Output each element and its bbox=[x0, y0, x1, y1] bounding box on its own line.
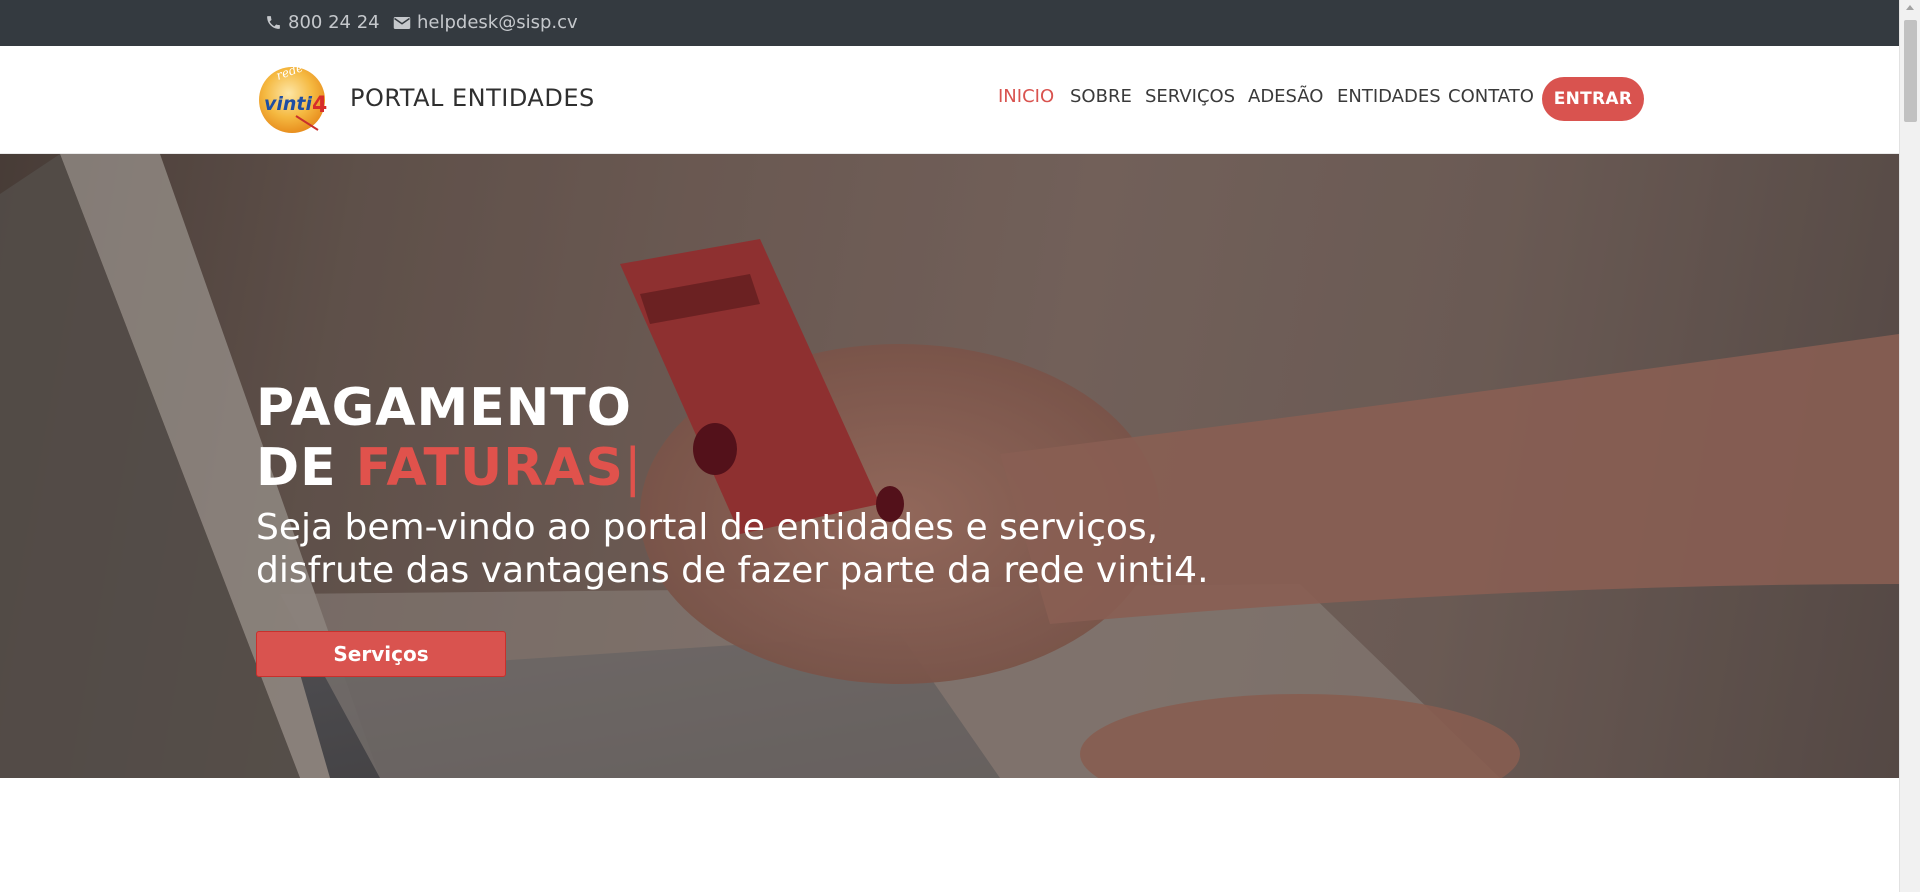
scroll-up-arrow-icon[interactable] bbox=[1906, 5, 1914, 10]
nav-item-contato[interactable]: CONTATO bbox=[1448, 86, 1534, 107]
envelope-icon bbox=[393, 15, 411, 31]
hero-title-prefix: DE bbox=[256, 438, 356, 498]
nav-item-sobre[interactable]: SOBRE bbox=[1070, 86, 1132, 107]
hero-title: PAGAMENTO DE FATURAS| bbox=[256, 378, 643, 498]
hero-subtitle-line1: Seja bem-vindo ao portal de entidades e … bbox=[256, 507, 1159, 548]
svg-text:vinti: vinti bbox=[264, 93, 313, 115]
page-scrollbar[interactable] bbox=[1899, 0, 1920, 892]
scrollbar-thumb[interactable] bbox=[1904, 20, 1917, 122]
top-contact-bar: 800 24 24 helpdesk@sisp.cv bbox=[0, 0, 1899, 46]
portal-title: PORTAL ENTIDADES bbox=[350, 84, 595, 112]
hero-subtitle: Seja bem-vindo ao portal de entidades e … bbox=[256, 506, 1256, 592]
typing-cursor: | bbox=[624, 438, 643, 498]
nav-item-inicio[interactable]: INICIO bbox=[998, 86, 1054, 107]
phone-number: 800 24 24 bbox=[288, 12, 380, 33]
hero-title-accent: FATURAS bbox=[355, 438, 624, 498]
phone-icon bbox=[265, 14, 282, 31]
vinti4-logo[interactable]: rede vinti 4 bbox=[256, 60, 332, 136]
nav-item-servicos[interactable]: SERVIÇOS bbox=[1145, 86, 1235, 107]
phone-contact[interactable]: 800 24 24 bbox=[265, 12, 380, 33]
nav-item-adesao[interactable]: ADESÃO bbox=[1248, 86, 1323, 107]
hero-subtitle-line2: disfrute das vantagens de fazer parte da… bbox=[256, 550, 1209, 591]
entrar-button[interactable]: ENTRAR bbox=[1542, 77, 1644, 121]
email-address: helpdesk@sisp.cv bbox=[417, 12, 578, 33]
servicos-button[interactable]: Serviços bbox=[256, 631, 506, 677]
hero-title-line2: DE FATURAS| bbox=[256, 438, 643, 498]
hero-banner: PAGAMENTO DE FATURAS| Seja bem-vindo ao … bbox=[0, 154, 1899, 778]
svg-text:4: 4 bbox=[312, 93, 327, 118]
nav-item-entidades[interactable]: ENTIDADES bbox=[1337, 86, 1441, 107]
hero-title-line1: PAGAMENTO bbox=[256, 378, 632, 438]
email-contact[interactable]: helpdesk@sisp.cv bbox=[393, 12, 578, 33]
site-header: rede vinti 4 PORTAL ENTIDADES INICIO SOB… bbox=[0, 46, 1899, 166]
